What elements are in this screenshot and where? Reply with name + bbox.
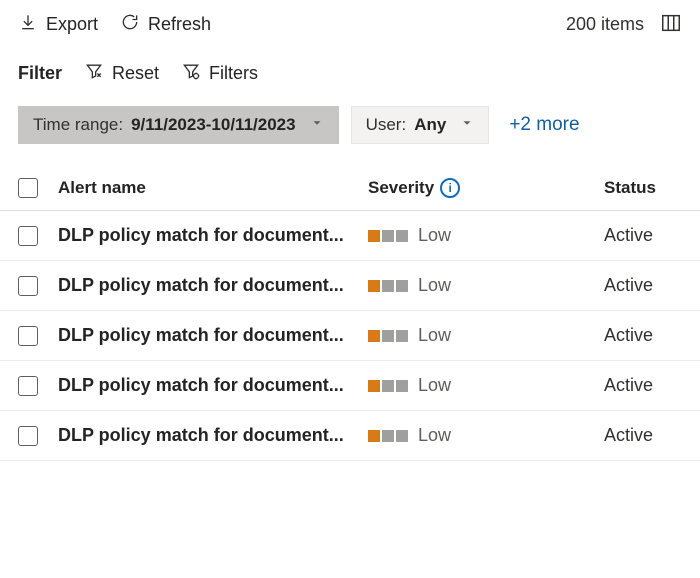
table-row[interactable]: DLP policy match for document... Low Act… xyxy=(0,211,700,261)
row-status: Active xyxy=(528,275,682,296)
row-status: Active xyxy=(528,425,682,446)
refresh-label: Refresh xyxy=(148,14,211,35)
toolbar: Export Refresh 200 items xyxy=(0,0,700,49)
row-checkbox[interactable] xyxy=(18,376,38,396)
refresh-icon xyxy=(120,12,140,37)
table-row[interactable]: DLP policy match for document... Low Act… xyxy=(0,361,700,411)
row-alert-name: DLP policy match for document... xyxy=(58,225,368,246)
table-row[interactable]: DLP policy match for document... Low Act… xyxy=(0,411,700,461)
table-row[interactable]: DLP policy match for document... Low Act… xyxy=(0,311,700,361)
user-chip-value: Any xyxy=(414,115,446,135)
time-range-chip[interactable]: Time range: 9/11/2023-10/11/2023 xyxy=(18,106,339,144)
funnel-clear-icon xyxy=(84,61,104,86)
refresh-button[interactable]: Refresh xyxy=(120,12,211,37)
reset-label: Reset xyxy=(112,63,159,84)
table-header: Alert name Severity i Status xyxy=(0,166,700,211)
customize-columns-button[interactable] xyxy=(660,12,682,37)
select-all-checkbox[interactable] xyxy=(18,178,38,198)
column-alert-name[interactable]: Alert name xyxy=(58,178,368,198)
row-checkbox[interactable] xyxy=(18,276,38,296)
funnel-settings-icon xyxy=(181,61,201,86)
chevron-down-icon xyxy=(454,115,474,135)
export-label: Export xyxy=(46,14,98,35)
row-severity: Low xyxy=(368,425,528,446)
filter-chips-row: Time range: 9/11/2023-10/11/2023 User: A… xyxy=(0,100,700,166)
export-button[interactable]: Export xyxy=(18,12,98,37)
row-severity-label: Low xyxy=(418,225,451,246)
row-alert-name: DLP policy match for document... xyxy=(58,325,368,346)
row-severity-label: Low xyxy=(418,375,451,396)
row-alert-name: DLP policy match for document... xyxy=(58,425,368,446)
row-checkbox[interactable] xyxy=(18,426,38,446)
row-status: Active xyxy=(528,225,682,246)
severity-bars-icon xyxy=(368,280,408,292)
download-icon xyxy=(18,12,38,37)
row-checkbox[interactable] xyxy=(18,226,38,246)
column-status[interactable]: Status xyxy=(528,178,682,198)
row-severity: Low xyxy=(368,275,528,296)
chevron-down-icon xyxy=(304,115,324,135)
filters-label: Filters xyxy=(209,63,258,84)
row-alert-name: DLP policy match for document... xyxy=(58,275,368,296)
row-checkbox[interactable] xyxy=(18,326,38,346)
row-severity: Low xyxy=(368,325,528,346)
user-chip[interactable]: User: Any xyxy=(351,106,490,144)
row-severity: Low xyxy=(368,375,528,396)
filters-button[interactable]: Filters xyxy=(181,61,258,86)
reset-filter-button[interactable]: Reset xyxy=(84,61,159,86)
filter-label: Filter xyxy=(18,63,62,84)
table-row[interactable]: DLP policy match for document... Low Act… xyxy=(0,261,700,311)
row-status: Active xyxy=(528,375,682,396)
more-filters-link[interactable]: +2 more xyxy=(509,114,579,136)
severity-bars-icon xyxy=(368,230,408,242)
table-body: DLP policy match for document... Low Act… xyxy=(0,211,700,461)
info-icon[interactable]: i xyxy=(440,178,460,198)
user-chip-label: User: xyxy=(366,115,407,135)
row-severity: Low xyxy=(368,225,528,246)
column-severity-label: Severity xyxy=(368,178,434,198)
column-severity[interactable]: Severity i xyxy=(368,178,528,198)
severity-bars-icon xyxy=(368,430,408,442)
items-count: 200 items xyxy=(566,14,644,35)
row-severity-label: Low xyxy=(418,425,451,446)
severity-bars-icon xyxy=(368,380,408,392)
filter-row: Filter Reset Filters xyxy=(0,49,700,100)
severity-bars-icon xyxy=(368,330,408,342)
row-alert-name: DLP policy match for document... xyxy=(58,375,368,396)
time-range-chip-label: Time range: xyxy=(33,115,123,135)
row-severity-label: Low xyxy=(418,325,451,346)
row-severity-label: Low xyxy=(418,275,451,296)
time-range-chip-value: 9/11/2023-10/11/2023 xyxy=(131,115,296,135)
row-status: Active xyxy=(528,325,682,346)
